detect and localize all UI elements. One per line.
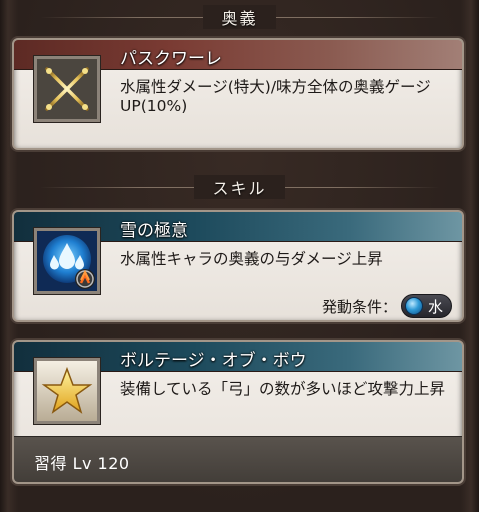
ougi-card[interactable]: パスクワーレ 水属性ダメージ(特大)/味方全体の奥義ゲージUP(10%) — [12, 38, 464, 150]
condition-label: 発動条件： — [321, 297, 397, 316]
section-title-ougi: 奥義 — [203, 5, 276, 29]
element-label: 水 — [427, 297, 443, 316]
learn-level-text: 習得 Lv 120 — [34, 454, 130, 473]
skill-card-2[interactable]: ボルテージ・オブ・ボウ 装備している「弓」の数が多いほど攻撃力上昇 習得 Lv … — [12, 340, 464, 484]
water-orb-icon — [404, 297, 423, 315]
activation-condition: 発動条件： 水 — [322, 294, 452, 318]
water-drops-icon — [34, 228, 100, 294]
star-icon — [34, 358, 100, 424]
ougi-title: パスクワーレ — [120, 49, 222, 69]
skill-2-description: 装備している「弓」の数が多いほど攻撃力上昇 — [120, 380, 446, 398]
section-title-skill: スキル — [194, 175, 285, 199]
section-header-skill: スキル — [0, 170, 479, 204]
element-badge: 水 — [400, 294, 452, 318]
learn-level-bar: 習得 Lv 120 — [14, 436, 462, 482]
skill-card-1[interactable]: 雪の極意 水属性キャラの奥義の与ダメージ上昇 発動条件： 水 — [12, 210, 464, 322]
skill-1-description: 水属性キャラの奥義の与ダメージ上昇 — [120, 250, 383, 268]
ougi-description: 水属性ダメージ(特大)/味方全体の奥義ゲージUP(10%) — [120, 78, 431, 115]
section-header-ougi: 奥義 — [0, 0, 479, 34]
skill-2-title: ボルテージ・オブ・ボウ — [120, 351, 307, 371]
crossed-swords-icon — [34, 56, 100, 122]
skill-1-title: 雪の極意 — [120, 221, 188, 241]
